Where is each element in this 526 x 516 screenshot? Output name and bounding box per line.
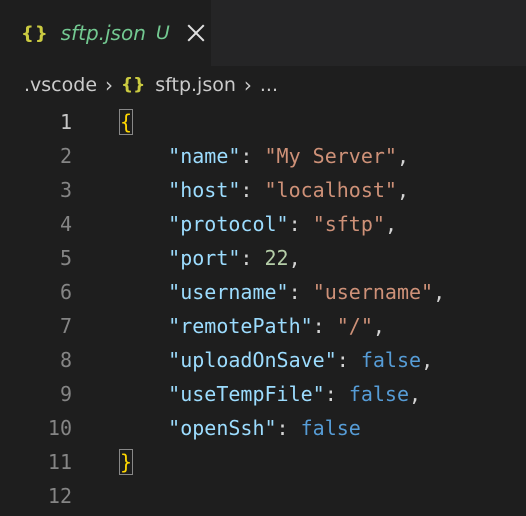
comma: ,: [396, 144, 410, 168]
git-status-badge: U: [155, 22, 170, 44]
json-value: false: [300, 416, 361, 440]
colon: :: [312, 314, 337, 338]
colon: :: [240, 178, 265, 202]
line-content: "openSsh": false: [120, 411, 361, 445]
json-key: "protocol": [168, 212, 289, 236]
breadcrumb-folder[interactable]: .vscode: [24, 74, 97, 96]
json-value: "username": [312, 280, 434, 304]
json-key: "remotePath": [168, 314, 313, 338]
chevron-right-icon: ›: [105, 73, 114, 97]
json-key: "uploadOnSave": [168, 348, 337, 372]
comma: ,: [421, 348, 434, 372]
json-value: "My Server": [264, 144, 397, 168]
line-number: 7: [59, 314, 72, 338]
code-line: 12: [0, 479, 526, 513]
colon: :: [276, 416, 301, 440]
json-value: "/": [336, 314, 373, 338]
code-editor[interactable]: 1{2 "name": "My Server", 3 "host": "local…: [0, 104, 526, 516]
colon: :: [288, 212, 313, 236]
json-key: "openSsh": [168, 416, 277, 440]
line-content: "remotePath": "/",: [120, 309, 385, 343]
json-key: "host": [168, 178, 241, 202]
line-number: 4: [59, 212, 72, 236]
close-brace: }: [118, 449, 134, 475]
code-line: 10 "openSsh": false: [0, 411, 526, 445]
code-line: 4 "protocol": "sftp",: [0, 207, 526, 241]
json-value: "sftp": [312, 212, 385, 236]
json-key: "useTempFile": [168, 382, 325, 406]
line-content: "useTempFile": false,: [120, 377, 421, 411]
close-icon[interactable]: [186, 23, 206, 43]
comma: ,: [409, 382, 422, 406]
json-value: "localhost": [264, 178, 397, 202]
line-content: "protocol": "sftp",: [120, 207, 397, 241]
colon: :: [240, 144, 265, 168]
code-line: 11}: [0, 445, 526, 479]
breadcrumb: .vscode › {} sftp.json › ...: [0, 66, 526, 104]
code-line: 5 "port": 22,: [0, 241, 526, 275]
code-line: 6 "username": "username",: [0, 275, 526, 309]
code-line: 3 "host": "localhost",: [0, 173, 526, 207]
json-value: false: [348, 382, 410, 406]
line-number: 3: [59, 178, 72, 202]
code-line: 8 "uploadOnSave": false,: [0, 343, 526, 377]
json-file-icon: {}: [121, 75, 146, 95]
line-number: 12: [47, 484, 72, 508]
line-content: "host": "localhost",: [120, 173, 409, 207]
comma: ,: [433, 280, 446, 304]
tab-filename: sftp.json: [60, 21, 146, 45]
comma: ,: [372, 314, 385, 338]
json-file-icon: {}: [21, 22, 49, 44]
line-number: 10: [47, 416, 72, 440]
json-key: "port": [168, 246, 241, 270]
line-content: "name": "My Server",: [120, 139, 409, 173]
line-content: "port": 22,: [120, 241, 301, 275]
tab-sftp-json[interactable]: {} sftp.json U: [0, 0, 211, 66]
code-line: 2 "name": "My Server",: [0, 139, 526, 173]
comma: ,: [396, 178, 410, 202]
json-value: false: [360, 348, 422, 372]
code-line: 9 "useTempFile": false,: [0, 377, 526, 411]
comma: ,: [288, 246, 301, 270]
line-number: 5: [59, 246, 72, 270]
breadcrumb-symbols[interactable]: ...: [260, 74, 278, 96]
code-line: 1{: [0, 105, 526, 139]
colon: :: [336, 348, 361, 372]
json-key: "username": [168, 280, 289, 304]
colon: :: [240, 246, 265, 270]
line-number: 6: [59, 280, 72, 304]
line-number: 9: [59, 382, 72, 406]
line-number: 1: [59, 110, 72, 134]
line-content: }: [118, 445, 134, 479]
chevron-right-icon: ›: [243, 73, 252, 97]
json-value: 22: [264, 246, 289, 270]
open-brace: {: [118, 109, 134, 135]
comma: ,: [384, 212, 397, 236]
colon: :: [324, 382, 349, 406]
json-key: "name": [168, 144, 241, 168]
breadcrumb-file[interactable]: sftp.json: [155, 74, 236, 96]
line-number: 11: [47, 450, 72, 474]
line-number: 2: [59, 144, 72, 168]
tab-bar: {} sftp.json U: [0, 0, 526, 66]
colon: :: [288, 280, 313, 304]
code-line: 7 "remotePath": "/",: [0, 309, 526, 343]
line-content: "username": "username",: [120, 275, 445, 309]
line-content: "uploadOnSave": false,: [120, 343, 433, 377]
line-number: 8: [59, 348, 72, 372]
line-content: {: [118, 105, 134, 139]
